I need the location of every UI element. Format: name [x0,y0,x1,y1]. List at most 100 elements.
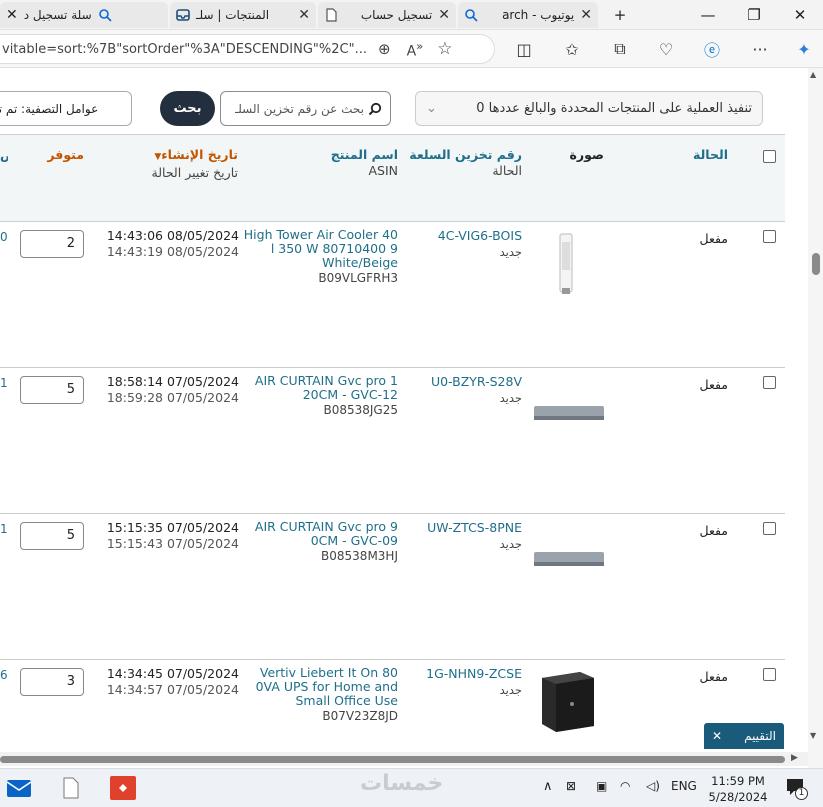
rating-widget[interactable]: ✕ التقييم [704,723,784,749]
header-sku[interactable]: رقم تخزين السلعة الحالة [400,147,522,179]
row-sku-value[interactable]: 4C-VIG6-BOIS [438,228,522,243]
zoom-icon[interactable]: ⊕ [378,40,391,58]
filters-label: عوامل التصفية: تم تح [0,101,99,116]
scroll-down-arrow-icon[interactable]: ▼ [810,731,816,740]
volume-icon[interactable]: ◁) [646,779,660,793]
product-thumbnail-tower-cooler[interactable] [526,228,606,308]
split-screen-icon[interactable]: ◫ [513,38,535,60]
row-checkbox[interactable] [763,376,776,389]
search-button[interactable]: بحث [160,91,215,126]
scroll-up-arrow-icon[interactable]: ▲ [810,70,816,79]
close-icon[interactable]: ✕ [580,7,592,23]
close-icon[interactable]: ✕ [6,7,18,23]
vertical-scrollbar[interactable] [808,68,823,768]
sku-search-input[interactable]: بحث عن رقم تخزين السلـ [220,91,391,126]
row-quantity-input[interactable]: 5 [20,376,84,404]
read-aloud-icon[interactable]: A» [407,39,424,60]
address-row: vitable=sort:%7B"sortOrder"%3A"DESCENDIN… [0,30,823,68]
favorite-star-icon[interactable]: ☆ [437,39,452,59]
row-changed-date: 15:15:43 07/05/2024 [106,536,239,551]
taskbar-clock[interactable]: 11:59 PM 5/28/2024 [708,773,768,805]
notification-count: 1 [795,787,808,800]
product-thumbnail-air-curtain[interactable] [526,520,606,600]
minimize-icon[interactable]: — [685,0,731,30]
row-quantity-input[interactable]: 5 [20,522,84,550]
row-product-name[interactable]: AIR CURTAIN Gvc pro 9 0CM - GVC-09 B0853… [240,519,398,564]
row-product-name[interactable]: AIR CURTAIN Gvc pro 1 20CM - GVC-12 B085… [240,373,398,418]
search-icon [98,9,112,22]
new-tab-icon[interactable]: + [598,0,642,30]
tab-label: يوتيوب - arch [502,8,575,22]
more-menu-icon[interactable]: ··· [749,38,771,60]
header-available[interactable]: متوفر [30,147,84,163]
row-sku-value[interactable]: 1G-NHN9-ZCSE [426,666,522,681]
browser-essentials-icon[interactable]: ♡ [655,38,677,60]
anydesk-icon[interactable] [110,776,136,800]
close-window-icon[interactable]: ✕ [777,0,823,30]
meet-now-icon[interactable]: ▣ [596,779,607,793]
row-name-value[interactable]: High Tower Air Cooler 40 l 350 W 8071040… [244,227,398,270]
product-thumbnail-ups[interactable] [532,664,602,734]
header-image: صورة [569,147,605,162]
address-bar[interactable]: vitable=sort:%7B"sortOrder"%3A"DESCENDIN… [0,34,495,64]
tab-youtube[interactable]: يوتيوب - arch ✕ [458,2,598,28]
restore-icon[interactable]: ❐ [731,0,777,30]
row-changed-date: 18:59:28 07/05/2024 [106,390,239,405]
row-sku-value[interactable]: UW-ZTCS-8PNE [427,520,522,535]
row-dates: 18:58:14 07/05/2024 18:59:28 07/05/2024 [93,374,239,406]
header-product-name[interactable]: اسم المنتج ASIN [280,147,398,179]
row-checkbox[interactable] [763,668,776,681]
product-thumbnail-air-curtain[interactable] [526,374,606,454]
row-sku-value[interactable]: U0-BZYR-S28V [431,374,522,389]
row-product-name[interactable]: Vertiv Liebert It On 80 0VA UPS for Home… [240,665,398,724]
row-edge-value: 0 [0,230,8,244]
row-sku[interactable]: 1G-NHN9-ZCSE جديد [400,666,522,698]
row-sku[interactable]: 4C-VIG6-BOIS جديد [400,228,522,260]
row-created-date: 14:34:45 07/05/2024 [106,666,239,681]
tab-basket-signup[interactable]: ✕ سلة تسجيل د [0,2,168,28]
row-sku[interactable]: UW-ZTCS-8PNE جديد [400,520,522,552]
filters-button[interactable]: عوامل التصفية: تم تح [0,91,132,126]
select-all-checkbox[interactable] [763,150,776,163]
row-name-value[interactable]: Vertiv Liebert It On 80 0VA UPS for Home… [256,665,398,708]
row-sku[interactable]: U0-BZYR-S28V جديد [400,374,522,406]
collections-icon[interactable]: ⧉ [609,38,631,60]
copilot-icon[interactable]: ✦ [793,38,815,60]
search-icon [368,102,382,115]
header-status[interactable]: الحالة [680,147,728,163]
row-condition: جديد [499,683,522,697]
row-product-name[interactable]: High Tower Air Cooler 40 l 350 W 8071040… [240,227,398,286]
row-checkbox[interactable] [763,522,776,535]
page-icon [326,8,337,22]
vertical-scroll-thumb[interactable] [812,253,820,275]
favorites-icon[interactable]: ✩ [561,38,583,60]
network-lan-icon[interactable]: ⊠ [566,779,576,793]
watermark-text: خمسات [360,771,444,796]
close-icon[interactable]: ✕ [438,7,450,23]
row-checkbox[interactable] [763,230,776,243]
tab-register[interactable]: تسجيل حساب ✕ [318,2,456,28]
notifications-icon[interactable]: 1 [785,777,808,800]
row-changed-date: 14:43:19 08/05/2024 [106,244,239,259]
list-toolbar: عوامل التصفية: تم تح بحث بحث عن رقم تخزي… [0,68,808,136]
edge-icon[interactable]: ⓔ [701,38,723,60]
header-created-date[interactable]: ▼تاريخ الإنشاء تاريخ تغيير الحالة [120,147,238,181]
horizontal-scroll-thumb[interactable] [0,756,785,763]
wifi-icon[interactable]: ◠ [620,779,630,793]
row-name-value[interactable]: AIR CURTAIN Gvc pro 9 0CM - GVC-09 [255,519,398,548]
tab-products[interactable]: المنتجات | سلـ ✕ [170,2,316,28]
language-indicator[interactable]: ENG [671,779,697,793]
file-icon[interactable] [62,777,80,799]
address-url[interactable]: vitable=sort:%7B"sortOrder"%3A"DESCENDIN… [0,42,370,57]
mail-icon[interactable] [6,777,32,799]
show-hidden-icons[interactable]: ∧ [543,779,553,794]
close-icon[interactable]: ✕ [712,729,722,743]
row-quantity-input[interactable]: 2 [20,230,84,258]
row-asin: B09VLGFRH3 [318,271,398,285]
row-status: مفعل [699,377,728,392]
close-icon[interactable]: ✕ [298,7,310,23]
row-quantity-input[interactable]: 3 [20,668,84,696]
row-name-value[interactable]: AIR CURTAIN Gvc pro 1 20CM - GVC-12 [255,373,398,402]
scroll-right-arrow-icon[interactable]: ▶ [791,753,798,763]
bulk-action-dropdown[interactable]: تنفيذ العملية على المنتجات المحددة والبا… [415,91,763,126]
